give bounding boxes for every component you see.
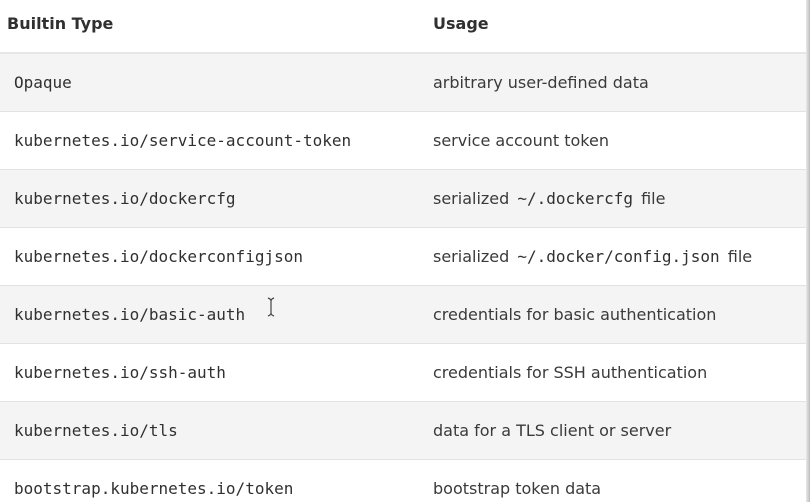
- usage-cell: data for a TLS client or server: [420, 401, 806, 460]
- builtin-type-cell: kubernetes.io/tls: [0, 401, 420, 460]
- column-header-builtin-type: Builtin Type: [0, 0, 420, 54]
- builtin-type-cell: kubernetes.io/service-account-token: [0, 111, 420, 170]
- table-body: Opaque arbitrary user-defined data kuberne…: [0, 53, 806, 502]
- usage-text: credentials for SSH authentication: [433, 363, 708, 382]
- table-row: bootstrap.kubernetes.io/token bootstrap t…: [0, 459, 806, 502]
- usage-cell: arbitrary user-defined data: [420, 53, 806, 112]
- usage-cell: service account token: [420, 111, 806, 170]
- usage-code: ~/.docker/config.json: [517, 247, 720, 266]
- text-cursor-icon: [267, 297, 275, 317]
- table-row: Opaque arbitrary user-defined data: [0, 53, 806, 112]
- table-row: kubernetes.io/ssh-auth credentials for SS…: [0, 343, 806, 402]
- usage-text: serialized: [433, 189, 510, 208]
- table-row: kubernetes.io/tls data for a TLS client o…: [0, 401, 806, 460]
- builtin-type-cell: kubernetes.io/dockercfg: [0, 169, 420, 228]
- usage-text: bootstrap token data: [433, 479, 602, 498]
- window-edge-shadow: [806, 0, 810, 502]
- usage-cell: serialized ~/.dockercfg file: [420, 169, 806, 228]
- usage-text: arbitrary user-defined data: [433, 73, 649, 92]
- table-row: kubernetes.io/basic-auth credentials for …: [0, 285, 806, 344]
- usage-cell: bootstrap token data: [420, 459, 806, 502]
- usage-code: ~/.dockercfg: [517, 189, 633, 208]
- page: Builtin Type Usage Opaque arbitrary user-…: [0, 0, 810, 502]
- usage-text: serialized: [433, 247, 510, 266]
- builtin-type-cell: Opaque: [0, 53, 420, 112]
- builtin-type-cell: bootstrap.kubernetes.io/token: [0, 459, 420, 502]
- table-row: kubernetes.io/service-account-token servi…: [0, 111, 806, 170]
- secret-types-table: Builtin Type Usage Opaque arbitrary user-…: [0, 0, 806, 502]
- usage-cell: credentials for basic authentication: [420, 285, 806, 344]
- usage-text: service account token: [433, 131, 609, 150]
- table-header: Builtin Type Usage: [0, 0, 806, 54]
- header-row: Builtin Type Usage: [0, 0, 806, 54]
- builtin-type-cell: kubernetes.io/basic-auth: [0, 285, 420, 344]
- builtin-type-cell: kubernetes.io/dockerconfigjson: [0, 227, 420, 286]
- usage-text: credentials for basic authentication: [433, 305, 717, 324]
- usage-cell: credentials for SSH authentication: [420, 343, 806, 402]
- table-row: kubernetes.io/dockerconfigjson serialized…: [0, 227, 806, 286]
- usage-cell: serialized ~/.docker/config.json file: [420, 227, 806, 286]
- builtin-type-cell: kubernetes.io/ssh-auth: [0, 343, 420, 402]
- usage-text: data for a TLS client or server: [433, 421, 672, 440]
- usage-text: file: [727, 247, 753, 266]
- column-header-usage: Usage: [420, 0, 806, 54]
- usage-text: file: [641, 189, 666, 208]
- table-row: kubernetes.io/dockercfg serialized ~/.doc…: [0, 169, 806, 228]
